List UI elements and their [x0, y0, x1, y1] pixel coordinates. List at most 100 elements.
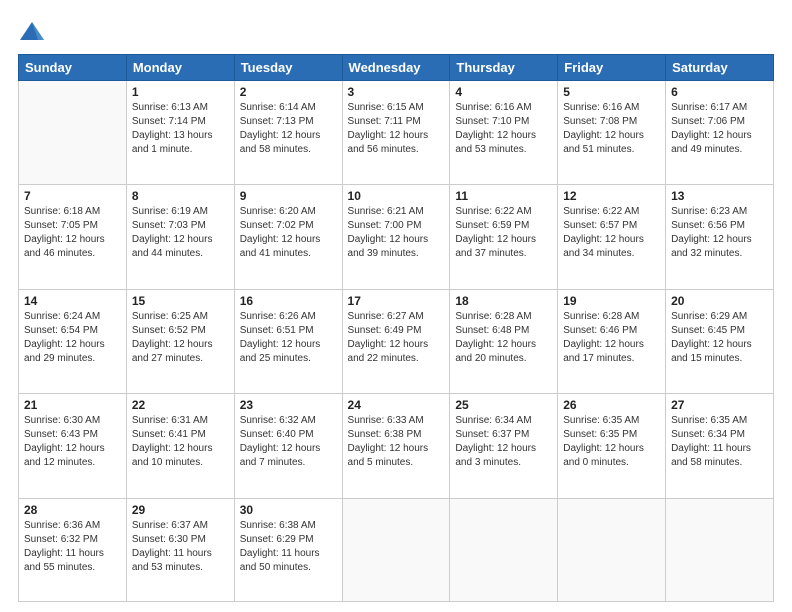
- day-info: Sunrise: 6:20 AM Sunset: 7:02 PM Dayligh…: [240, 205, 337, 261]
- day-info: Sunrise: 6:32 AM Sunset: 6:40 PM Dayligh…: [240, 414, 337, 470]
- day-number: 1: [132, 85, 229, 99]
- col-header-saturday: Saturday: [666, 55, 774, 81]
- calendar-cell: 24 Sunrise: 6:33 AM Sunset: 6:38 PM Dayli…: [342, 394, 450, 498]
- day-number: 21: [24, 398, 121, 412]
- calendar-table: SundayMondayTuesdayWednesdayThursdayFrid…: [18, 54, 774, 602]
- calendar-cell: 26 Sunrise: 6:35 AM Sunset: 6:35 PM Dayli…: [558, 394, 666, 498]
- calendar-cell: 18 Sunrise: 6:28 AM Sunset: 6:48 PM Dayli…: [450, 289, 558, 393]
- calendar-week-row: 14Sunrise: 6:24 AM Sunset: 6:54 PM Dayli…: [19, 289, 774, 393]
- calendar-cell: [19, 81, 127, 185]
- day-info: Sunrise: 6:14 AM Sunset: 7:13 PM Dayligh…: [240, 101, 337, 157]
- calendar-cell: 15 Sunrise: 6:25 AM Sunset: 6:52 PM Dayli…: [126, 289, 234, 393]
- day-info: Sunrise: 6:29 AM Sunset: 6:45 PM Dayligh…: [671, 310, 768, 366]
- day-number: 19: [563, 294, 660, 308]
- calendar-cell: 30 Sunrise: 6:38 AM Sunset: 6:29 PM Dayli…: [234, 498, 342, 601]
- day-info: Sunrise: 6:35 AM Sunset: 6:35 PM Dayligh…: [563, 414, 660, 470]
- col-header-wednesday: Wednesday: [342, 55, 450, 81]
- day-number: 28: [24, 503, 121, 517]
- calendar-cell: 5Sunrise: 6:16 AM Sunset: 7:08 PM Daylig…: [558, 81, 666, 185]
- day-number: 25: [455, 398, 552, 412]
- calendar-cell: 13 Sunrise: 6:23 AM Sunset: 6:56 PM Dayli…: [666, 185, 774, 289]
- day-number: 20: [671, 294, 768, 308]
- day-info: Sunrise: 6:33 AM Sunset: 6:38 PM Dayligh…: [348, 414, 445, 470]
- day-number: 29: [132, 503, 229, 517]
- day-info: Sunrise: 6:25 AM Sunset: 6:52 PM Dayligh…: [132, 310, 229, 366]
- day-number: 10: [348, 189, 445, 203]
- calendar-cell: 25 Sunrise: 6:34 AM Sunset: 6:37 PM Dayli…: [450, 394, 558, 498]
- day-number: 6: [671, 85, 768, 99]
- day-number: 15: [132, 294, 229, 308]
- calendar-cell: 17 Sunrise: 6:27 AM Sunset: 6:49 PM Dayli…: [342, 289, 450, 393]
- calendar-cell: [342, 498, 450, 601]
- day-info: Sunrise: 6:22 AM Sunset: 6:59 PM Dayligh…: [455, 205, 552, 261]
- calendar-cell: 21 Sunrise: 6:30 AM Sunset: 6:43 PM Dayli…: [19, 394, 127, 498]
- day-number: 17: [348, 294, 445, 308]
- day-number: 22: [132, 398, 229, 412]
- day-info: Sunrise: 6:21 AM Sunset: 7:00 PM Dayligh…: [348, 205, 445, 261]
- calendar-cell: 27 Sunrise: 6:35 AM Sunset: 6:34 PM Dayli…: [666, 394, 774, 498]
- day-info: Sunrise: 6:16 AM Sunset: 7:10 PM Dayligh…: [455, 101, 552, 157]
- day-number: 23: [240, 398, 337, 412]
- calendar-cell: 28 Sunrise: 6:36 AM Sunset: 6:32 PM Dayli…: [19, 498, 127, 601]
- calendar-cell: 2 Sunrise: 6:14 AM Sunset: 7:13 PM Daylig…: [234, 81, 342, 185]
- day-info: Sunrise: 6:38 AM Sunset: 6:29 PM Dayligh…: [240, 519, 337, 575]
- calendar-week-row: 7Sunrise: 6:18 AM Sunset: 7:05 PM Daylig…: [19, 185, 774, 289]
- day-number: 7: [24, 189, 121, 203]
- logo-icon: [18, 18, 46, 46]
- calendar-cell: [450, 498, 558, 601]
- day-number: 26: [563, 398, 660, 412]
- day-info: Sunrise: 6:23 AM Sunset: 6:56 PM Dayligh…: [671, 205, 768, 261]
- day-number: 4: [455, 85, 552, 99]
- calendar-cell: 20 Sunrise: 6:29 AM Sunset: 6:45 PM Dayli…: [666, 289, 774, 393]
- day-info: Sunrise: 6:30 AM Sunset: 6:43 PM Dayligh…: [24, 414, 121, 470]
- day-number: 3: [348, 85, 445, 99]
- day-number: 16: [240, 294, 337, 308]
- day-info: Sunrise: 6:16 AM Sunset: 7:08 PM Dayligh…: [563, 101, 660, 157]
- calendar-cell: 12 Sunrise: 6:22 AM Sunset: 6:57 PM Dayli…: [558, 185, 666, 289]
- calendar-cell: 19 Sunrise: 6:28 AM Sunset: 6:46 PM Dayli…: [558, 289, 666, 393]
- calendar-cell: [558, 498, 666, 601]
- calendar-cell: 4 Sunrise: 6:16 AM Sunset: 7:10 PM Daylig…: [450, 81, 558, 185]
- day-number: 12: [563, 189, 660, 203]
- day-info: Sunrise: 6:37 AM Sunset: 6:30 PM Dayligh…: [132, 519, 229, 575]
- calendar-cell: [666, 498, 774, 601]
- day-info: Sunrise: 6:27 AM Sunset: 6:49 PM Dayligh…: [348, 310, 445, 366]
- calendar-cell: 3 Sunrise: 6:15 AM Sunset: 7:11 PM Daylig…: [342, 81, 450, 185]
- logo: [18, 18, 50, 46]
- day-info: Sunrise: 6:34 AM Sunset: 6:37 PM Dayligh…: [455, 414, 552, 470]
- day-info: Sunrise: 6:26 AM Sunset: 6:51 PM Dayligh…: [240, 310, 337, 366]
- calendar-cell: 10 Sunrise: 6:21 AM Sunset: 7:00 PM Dayli…: [342, 185, 450, 289]
- calendar-week-row: 1 Sunrise: 6:13 AM Sunset: 7:14 PM Daylig…: [19, 81, 774, 185]
- day-info: Sunrise: 6:28 AM Sunset: 6:48 PM Dayligh…: [455, 310, 552, 366]
- calendar-cell: 23 Sunrise: 6:32 AM Sunset: 6:40 PM Dayli…: [234, 394, 342, 498]
- day-number: 11: [455, 189, 552, 203]
- col-header-monday: Monday: [126, 55, 234, 81]
- calendar-cell: 1 Sunrise: 6:13 AM Sunset: 7:14 PM Daylig…: [126, 81, 234, 185]
- day-number: 30: [240, 503, 337, 517]
- calendar-cell: 8Sunrise: 6:19 AM Sunset: 7:03 PM Daylig…: [126, 185, 234, 289]
- day-info: Sunrise: 6:13 AM Sunset: 7:14 PM Dayligh…: [132, 101, 229, 157]
- calendar-cell: 7Sunrise: 6:18 AM Sunset: 7:05 PM Daylig…: [19, 185, 127, 289]
- day-info: Sunrise: 6:19 AM Sunset: 7:03 PM Dayligh…: [132, 205, 229, 261]
- calendar-cell: 9Sunrise: 6:20 AM Sunset: 7:02 PM Daylig…: [234, 185, 342, 289]
- calendar-week-row: 28 Sunrise: 6:36 AM Sunset: 6:32 PM Dayli…: [19, 498, 774, 601]
- day-info: Sunrise: 6:15 AM Sunset: 7:11 PM Dayligh…: [348, 101, 445, 157]
- col-header-tuesday: Tuesday: [234, 55, 342, 81]
- col-header-thursday: Thursday: [450, 55, 558, 81]
- day-number: 27: [671, 398, 768, 412]
- day-info: Sunrise: 6:36 AM Sunset: 6:32 PM Dayligh…: [24, 519, 121, 575]
- day-info: Sunrise: 6:31 AM Sunset: 6:41 PM Dayligh…: [132, 414, 229, 470]
- calendar-header-row: SundayMondayTuesdayWednesdayThursdayFrid…: [19, 55, 774, 81]
- day-number: 18: [455, 294, 552, 308]
- day-number: 24: [348, 398, 445, 412]
- day-number: 2: [240, 85, 337, 99]
- day-info: Sunrise: 6:28 AM Sunset: 6:46 PM Dayligh…: [563, 310, 660, 366]
- day-number: 13: [671, 189, 768, 203]
- day-info: Sunrise: 6:22 AM Sunset: 6:57 PM Dayligh…: [563, 205, 660, 261]
- calendar-cell: 22 Sunrise: 6:31 AM Sunset: 6:41 PM Dayli…: [126, 394, 234, 498]
- day-number: 14: [24, 294, 121, 308]
- day-info: Sunrise: 6:35 AM Sunset: 6:34 PM Dayligh…: [671, 414, 768, 470]
- calendar-cell: 29 Sunrise: 6:37 AM Sunset: 6:30 PM Dayli…: [126, 498, 234, 601]
- calendar-cell: 11 Sunrise: 6:22 AM Sunset: 6:59 PM Dayli…: [450, 185, 558, 289]
- calendar-cell: 14Sunrise: 6:24 AM Sunset: 6:54 PM Dayli…: [19, 289, 127, 393]
